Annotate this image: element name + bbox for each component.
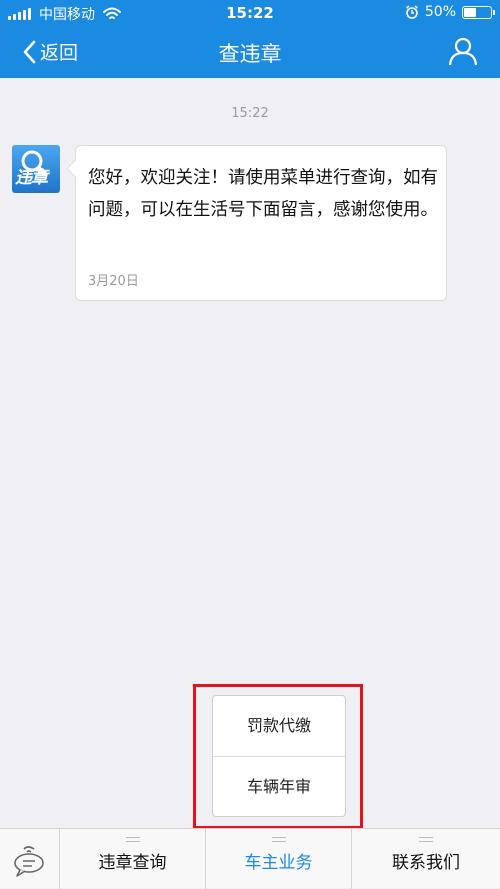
back-button[interactable]: 返回 [22,38,78,65]
status-right: 50% [405,4,495,20]
keyboard-toggle-button[interactable] [0,829,60,889]
menu-tab-contact-us[interactable]: 联系我们 [352,829,500,889]
avatar-label: 违章 [15,168,48,188]
menu-indicator-icon [419,837,433,842]
chevron-left-icon [23,40,36,63]
battery-percent: 50% [424,4,456,20]
profile-button[interactable] [448,36,478,66]
menu-indicator-icon [271,837,286,842]
bottom-menu-bar: 违章查询 车主业务 联系我们 [0,828,500,889]
status-bar: 中国移动 15:22 50% [0,0,500,26]
battery-fill [464,7,476,17]
menu-tab-violation-query[interactable]: 违章查询 [60,829,206,889]
menu-tab-owner-services[interactable]: 车主业务 [206,829,352,889]
menu-tab-label: 车主业务 [244,853,313,873]
menu-tab-label: 联系我们 [392,853,460,873]
battery-icon [462,5,495,19]
message-text: 您好，欢迎关注！请使用菜单进行查询，如有问题，可以在生活号下面留言，感谢您使用。 [88,168,438,220]
message-date: 3月20日 [88,274,139,289]
menu-tab-label: 违章查询 [98,853,167,873]
avatar[interactable]: 违章 [12,145,60,193]
menu-indicator-icon [125,837,140,842]
chat-timestamp: 15:22 [231,106,269,121]
chat-bubble-icon [14,846,44,877]
back-label: 返回 [40,42,79,64]
nav-bar: 返回 查违章 [0,26,500,78]
highlight-box [193,684,363,829]
user-icon [448,37,478,66]
message-bubble: 您好，欢迎关注！请使用菜单进行查询，如有问题，可以在生活号下面留言，感谢您使用。… [75,145,447,301]
alarm-icon [405,5,418,19]
